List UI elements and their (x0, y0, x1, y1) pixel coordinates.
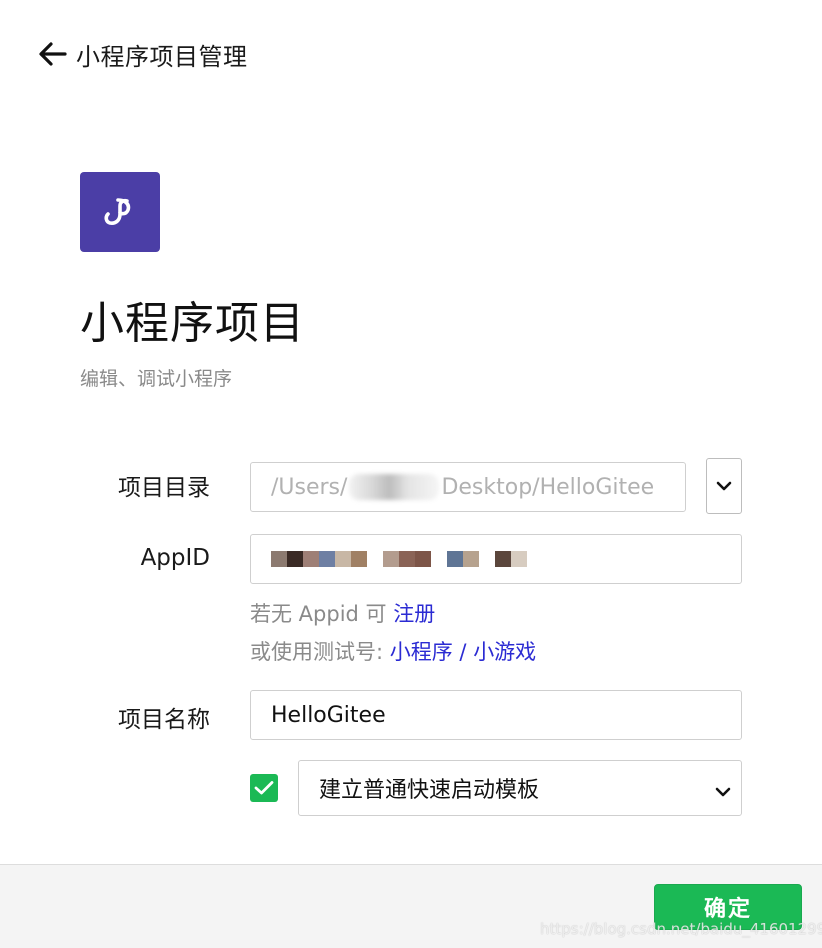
project-name-input[interactable]: HelloGitee (250, 690, 742, 740)
directory-dropdown-button[interactable] (706, 458, 742, 514)
directory-value-suffix: Desktop/HelloGitee (441, 474, 655, 500)
chevron-down-icon (716, 481, 732, 491)
directory-input[interactable]: /Users/ Desktop/HelloGitee (250, 462, 686, 512)
project-name-value: HelloGitee (271, 702, 386, 728)
appid-label: AppID (140, 545, 210, 571)
redacted-username (349, 474, 440, 500)
page-subtitle: 编辑、调试小程序 (80, 368, 233, 390)
watermark: https://blog.csdn.net/baidu_41601299 (540, 920, 822, 938)
header-title: 小程序项目管理 (76, 42, 248, 71)
appid-register-hint: 若无 Appid 可 注册 (250, 598, 435, 628)
mini-program-logo-icon (80, 172, 160, 252)
appid-input[interactable] (250, 534, 742, 584)
miniprogram-test-link[interactable]: 小程序 (390, 640, 453, 664)
project-name-label: 项目名称 (118, 707, 210, 733)
chevron-down-icon (715, 778, 731, 803)
page-title: 小程序项目 (80, 298, 305, 349)
directory-value-prefix: /Users/ (271, 474, 348, 500)
template-selected-value: 建立普通快速启动模板 (319, 778, 540, 803)
page-header: 小程序项目管理 (38, 36, 248, 72)
template-select[interactable]: 建立普通快速启动模板 (298, 760, 742, 816)
register-link[interactable]: 注册 (393, 602, 435, 626)
hint-text: 若无 Appid 可 (250, 602, 394, 626)
test-account-hint: 或使用测试号: 小程序 / 小游戏 (250, 636, 536, 666)
checkmark-icon (254, 781, 274, 795)
template-checkbox[interactable] (250, 774, 278, 802)
arrow-left-icon[interactable] (38, 41, 68, 67)
hint-text: 或使用测试号: (250, 640, 390, 664)
minigame-test-link[interactable]: 小游戏 (473, 640, 536, 664)
link-separator: / (452, 640, 474, 664)
directory-label: 项目目录 (118, 475, 210, 501)
redacted-appid (271, 551, 527, 567)
